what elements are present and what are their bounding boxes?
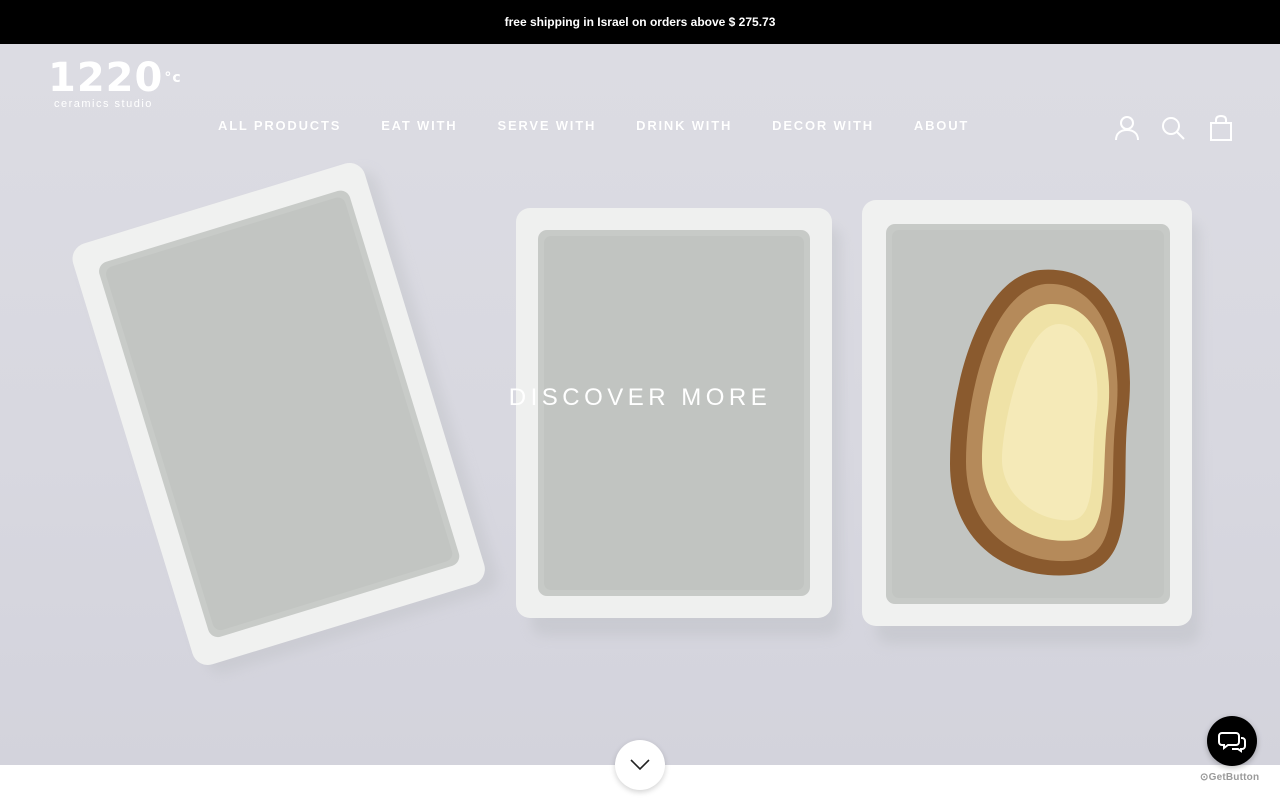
getbutton-logo-icon: ⊙ (1200, 772, 1209, 783)
hero-banner: 1220°c ceramics studio ALL PRODUCTS EAT … (0, 44, 1280, 765)
scroll-down-button[interactable] (615, 740, 665, 790)
nav-item-serve-with[interactable]: SERVE WITH (497, 118, 596, 133)
logo-degree: °c (164, 70, 182, 86)
nav-item-all-products[interactable]: ALL PRODUCTS (218, 118, 341, 133)
header-actions (1114, 114, 1236, 142)
getbutton-label: GetButton (1208, 772, 1260, 783)
getbutton-branding[interactable]: ⊙GetButton (1200, 772, 1259, 783)
nav-item-decor-with[interactable]: DECOR WITH (772, 118, 874, 133)
chevron-down-icon (630, 759, 650, 771)
search-icon[interactable] (1160, 114, 1186, 142)
logo-wordmark: 1220°c (48, 55, 182, 101)
chat-widget-button[interactable] (1207, 716, 1257, 766)
account-icon[interactable] (1114, 114, 1140, 142)
nav-item-eat-with[interactable]: EAT WITH (381, 118, 457, 133)
announcement-text: free shipping in Israel on orders above … (504, 15, 776, 29)
logo-tagline: ceramics studio (54, 98, 153, 110)
nav-item-about[interactable]: ABOUT (914, 118, 969, 133)
main-nav: ALL PRODUCTS EAT WITH SERVE WITH DRINK W… (218, 118, 1009, 133)
cart-icon[interactable] (1208, 114, 1234, 142)
nav-item-drink-with[interactable]: DRINK WITH (636, 118, 732, 133)
discover-more-link[interactable]: DISCOVER MORE (440, 384, 840, 412)
announcement-bar: free shipping in Israel on orders above … (0, 0, 1280, 44)
chat-icon (1218, 732, 1246, 753)
logo[interactable]: 1220°c ceramics studio (48, 58, 188, 116)
